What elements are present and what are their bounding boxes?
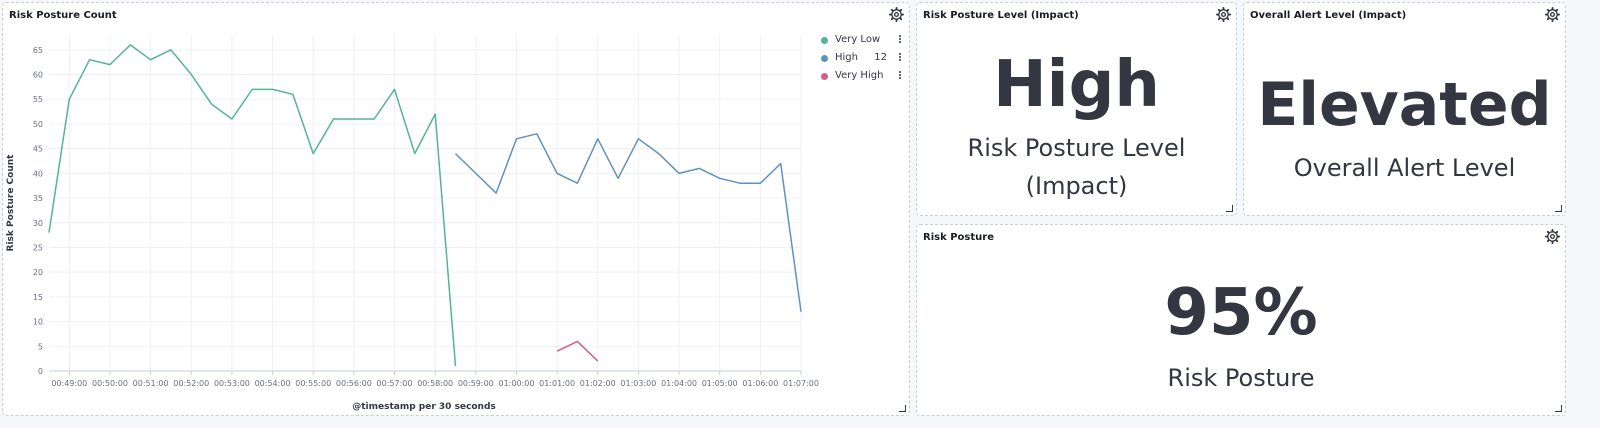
gear-icon[interactable]: [1545, 7, 1560, 22]
y-tick-label: 15: [33, 293, 43, 302]
legend-swatch: [821, 55, 828, 62]
x-tick-label: 01:00:00: [498, 379, 534, 388]
more-vertical-icon[interactable]: [897, 70, 903, 82]
more-vertical-icon[interactable]: [897, 52, 903, 64]
gear-icon[interactable]: [1216, 7, 1231, 22]
risk-posture-panel: Risk Posture 95% Risk Posture: [916, 224, 1566, 416]
y-tick-label: 25: [33, 243, 43, 252]
line-chart: 0 5 10 15 20 25 30 35 40 45 50 55 60 65 00:49:00 00:50…: [6, 35, 819, 412]
y-tick-label: 35: [33, 194, 43, 203]
metric-label: Risk Posture Level: [967, 134, 1186, 162]
y-tick-label: 10: [33, 318, 43, 327]
overall-alert-level-panel: Overall Alert Level (Impact) Elevated Ov…: [1243, 2, 1566, 216]
legend-label: Very Low: [835, 34, 881, 45]
x-tick-label: 00:57:00: [377, 379, 413, 388]
x-tick-label: 01:01:00: [539, 379, 575, 388]
y-tick-label: 40: [33, 169, 43, 178]
panel-title: Risk Posture Level (Impact): [923, 10, 1079, 21]
series-line-very-high[interactable]: [556, 340, 599, 362]
x-tick-label: 01:07:00: [783, 379, 819, 388]
metric-value: 95%: [1164, 276, 1318, 350]
legend-label: High: [835, 52, 858, 63]
risk-posture-level-panel: Risk Posture Level (Impact) High Risk Po…: [916, 2, 1237, 216]
legend-label: Very High: [835, 70, 884, 81]
x-tick-label: 00:59:00: [458, 379, 494, 388]
x-tick-label: 01:03:00: [620, 379, 656, 388]
legend-value: 12: [874, 52, 887, 63]
resize-handle[interactable]: [1226, 205, 1233, 212]
legend-item-very-high[interactable]: Very High: [821, 70, 909, 88]
panel-title: Risk Posture: [923, 232, 994, 243]
resize-handle[interactable]: [899, 405, 906, 412]
legend-item-very-low[interactable]: Very Low: [821, 34, 909, 52]
panel-title: Overall Alert Level (Impact): [1250, 10, 1407, 21]
legend-item-high[interactable]: High 12: [821, 52, 909, 70]
x-tick-label: 00:53:00: [214, 379, 250, 388]
x-tick-label: 00:49:00: [51, 379, 87, 388]
y-tick-label: 65: [33, 46, 43, 55]
y-tick-label: 60: [33, 71, 43, 80]
x-tick-label: 00:52:00: [173, 379, 209, 388]
more-vertical-icon[interactable]: [897, 34, 903, 46]
x-axis-label: @timestamp per 30 seconds: [352, 402, 496, 412]
resize-handle[interactable]: [1555, 405, 1562, 412]
x-tick-label: 00:55:00: [295, 379, 331, 388]
metric-label: Risk Posture: [1167, 364, 1315, 392]
x-tick-label: 00:51:00: [133, 379, 169, 388]
x-tick-label: 01:04:00: [661, 379, 697, 388]
x-tick-label: 01:05:00: [702, 379, 738, 388]
y-tick-label: 30: [33, 219, 43, 228]
y-tick-label: 20: [33, 268, 43, 277]
gear-icon[interactable]: [1545, 229, 1560, 244]
legend-swatch: [821, 37, 828, 44]
chart-legend: Very Low High 12 Very High: [821, 34, 909, 88]
resize-handle[interactable]: [1555, 205, 1562, 212]
x-tick-label: 00:54:00: [255, 379, 291, 388]
metric-value: High: [993, 48, 1160, 122]
x-tick-label: 01:02:00: [580, 379, 616, 388]
x-tick-label: 00:56:00: [336, 379, 372, 388]
metric-label: Overall Alert Level: [1293, 154, 1516, 182]
y-tick-label: 55: [33, 95, 43, 104]
x-tick-label: 01:06:00: [742, 379, 778, 388]
x-tick-label: 00:50:00: [92, 379, 128, 388]
y-axis-label: Risk Posture Count: [6, 154, 16, 252]
y-tick-label: 0: [38, 367, 43, 376]
metric-value: Elevated: [1257, 70, 1552, 140]
y-tick-label: 45: [33, 145, 43, 154]
risk-posture-count-panel: Risk Posture Count 0 5 10 15 20 25 30 35 40 45 50 5…: [2, 2, 910, 416]
metric-label-line2: (Impact): [1025, 172, 1128, 200]
x-tick-label: 00:58:00: [417, 379, 453, 388]
legend-swatch: [821, 73, 828, 80]
y-tick-label: 50: [33, 120, 43, 129]
y-tick-label: 5: [38, 342, 43, 351]
